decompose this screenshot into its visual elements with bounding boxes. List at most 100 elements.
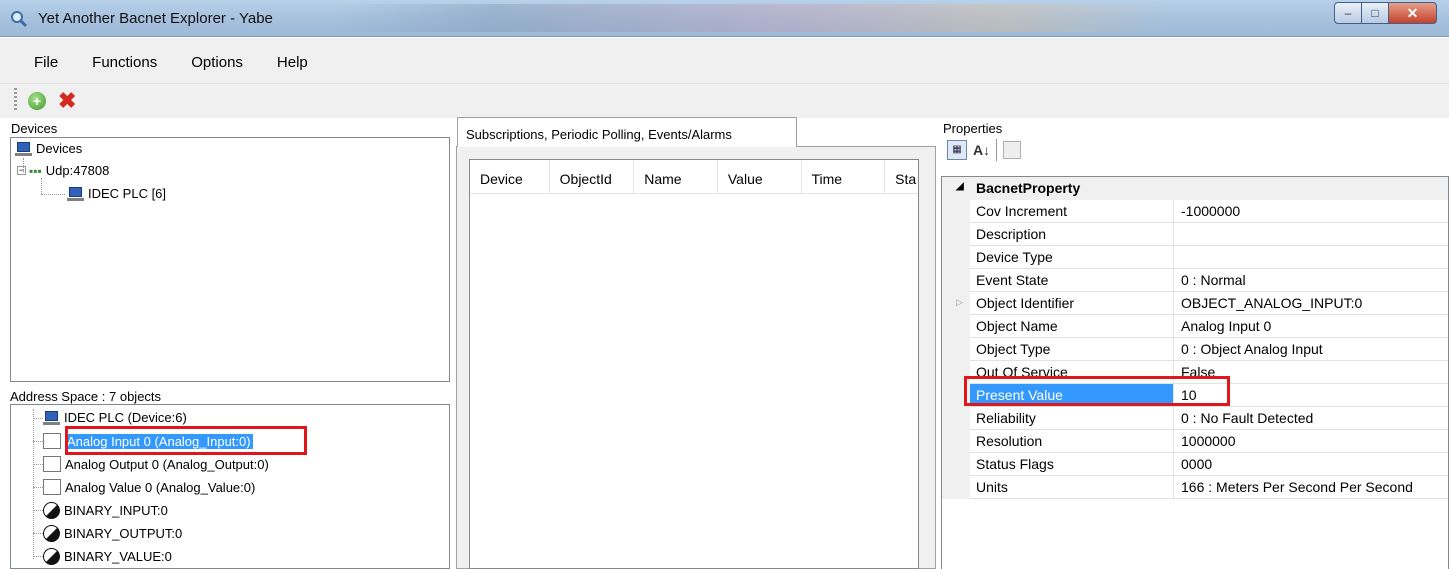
minimize-button[interactable]: – — [1334, 2, 1362, 24]
property-value[interactable]: 1000000 — [1175, 430, 1448, 452]
tree-node-udp[interactable]: − ▪▪▪ Udp:47808 — [17, 163, 109, 178]
property-value[interactable]: Analog Input 0 — [1175, 315, 1448, 337]
property-row[interactable]: Device Type — [970, 246, 1448, 269]
window-title: Yet Another Bacnet Explorer - Yabe — [38, 10, 273, 27]
menu-bar: File Functions Options Help — [0, 38, 1449, 84]
property-value[interactable]: 0 : No Fault Detected — [1175, 407, 1448, 429]
property-value[interactable]: 0000 — [1175, 453, 1448, 475]
address-item[interactable]: Analog Output 0 (Analog_Output:0) — [43, 456, 269, 472]
property-grid-empty-area — [942, 499, 1448, 569]
title-bar[interactable]: Yet Another Bacnet Explorer - Yabe – □ ✕ — [0, 0, 1449, 37]
menu-help[interactable]: Help — [255, 54, 320, 71]
property-value[interactable] — [1175, 223, 1448, 245]
property-name: Cov Increment — [970, 200, 1174, 222]
binary-icon — [43, 502, 60, 519]
property-row[interactable]: Units 166 : Meters Per Second Per Second — [970, 476, 1448, 499]
toolbar: + ✖ — [0, 84, 1449, 118]
property-name: Resolution — [970, 430, 1174, 452]
property-value[interactable]: 0 : Object Analog Input — [1175, 338, 1448, 360]
tree-node-devices[interactable]: Devices — [15, 141, 82, 156]
property-name: Units — [970, 476, 1174, 498]
address-item-label: BINARY_OUTPUT:0 — [64, 526, 183, 541]
property-row[interactable]: Reliability 0 : No Fault Detected — [970, 407, 1448, 430]
property-value[interactable] — [1175, 246, 1448, 268]
column-header-objectid[interactable]: ObjectId — [550, 160, 635, 193]
close-button[interactable]: ✕ — [1389, 2, 1437, 24]
property-row[interactable]: Cov Increment -1000000 — [970, 200, 1448, 223]
address-item-label: BINARY_INPUT:0 — [64, 503, 168, 518]
binary-icon — [43, 525, 60, 542]
toolbar-grip[interactable] — [14, 88, 17, 112]
tree-node-device-label: IDEC PLC [6] — [88, 186, 167, 201]
column-header-status[interactable]: Sta — [885, 160, 918, 193]
properties-toolbar: ▦ A↓ — [947, 139, 1022, 161]
address-item-label: Analog Output 0 (Analog_Output:0) — [65, 456, 269, 472]
property-row[interactable]: Event State 0 : Normal — [970, 269, 1448, 292]
collapse-arrow-icon[interactable]: ◢ — [956, 181, 964, 192]
address-item[interactable]: BINARY_VALUE:0 — [43, 548, 172, 565]
property-grid[interactable]: ◢ BacnetProperty Cov Increment -1000000 D… — [941, 176, 1449, 569]
remove-device-icon[interactable]: ✖ — [58, 88, 76, 114]
address-item-label: Analog Value 0 (Analog_Value:0) — [65, 479, 256, 495]
tree-line — [33, 441, 43, 442]
highlight-box-analog-input — [65, 426, 307, 455]
property-row[interactable]: Object Name Analog Input 0 — [970, 315, 1448, 338]
menu-options[interactable]: Options — [169, 54, 255, 71]
analog-icon — [43, 456, 61, 472]
property-name: Event State — [970, 269, 1174, 291]
property-pages-icon[interactable] — [1003, 141, 1022, 159]
property-row[interactable]: Object Type 0 : Object Analog Input — [970, 338, 1448, 361]
subscriptions-header: Device ObjectId Name Value Time Sta — [470, 160, 918, 194]
address-item[interactable]: BINARY_INPUT:0 — [43, 502, 168, 519]
property-row[interactable]: Object Identifier OBJECT_ANALOG_INPUT:0 — [970, 292, 1448, 315]
title-bar-decoration — [330, 4, 1170, 32]
property-row[interactable]: Resolution 1000000 — [970, 430, 1448, 453]
property-category[interactable]: ◢ BacnetProperty — [942, 177, 1448, 199]
maximize-button[interactable]: □ — [1362, 2, 1389, 24]
tree-node-device[interactable]: IDEC PLC [6] — [67, 186, 166, 201]
window-controls: – □ ✕ — [1334, 2, 1437, 24]
sort-alphabetical-icon[interactable]: A↓ — [973, 142, 990, 158]
column-header-time[interactable]: Time — [802, 160, 886, 193]
property-row[interactable]: Description — [970, 223, 1448, 246]
analog-icon — [43, 479, 61, 495]
property-value[interactable]: -1000000 — [1175, 200, 1448, 222]
property-name: Object Type — [970, 338, 1174, 360]
tree-line — [41, 194, 65, 195]
magnifier-app-icon — [11, 11, 28, 28]
property-value[interactable]: 166 : Meters Per Second Per Second — [1175, 476, 1448, 498]
add-device-icon[interactable]: + — [28, 92, 46, 110]
collapse-toggle-icon[interactable]: − — [17, 166, 26, 175]
column-header-device[interactable]: Device — [470, 160, 550, 193]
address-item[interactable]: IDEC PLC (Device:6) — [43, 410, 187, 425]
tree-line — [33, 464, 43, 465]
tree-line — [33, 487, 43, 488]
devices-tree[interactable]: Devices − ▪▪▪ Udp:47808 IDEC PLC [6] — [10, 137, 450, 382]
expand-arrow-icon[interactable]: ▷ — [956, 297, 963, 308]
property-name: Object Name — [970, 315, 1174, 337]
address-item[interactable]: Analog Value 0 (Analog_Value:0) — [43, 479, 255, 495]
properties-label: Properties — [943, 121, 1003, 136]
highlight-box-present-value — [964, 376, 1230, 406]
property-value[interactable]: 0 : Normal — [1175, 269, 1448, 291]
column-header-value[interactable]: Value — [718, 160, 802, 193]
menu-functions[interactable]: Functions — [70, 54, 169, 71]
tree-line — [33, 409, 34, 559]
column-header-name[interactable]: Name — [634, 160, 718, 193]
property-row[interactable]: Status Flags 0000 — [970, 453, 1448, 476]
tree-line — [41, 178, 42, 194]
tab-subscriptions[interactable]: Subscriptions, Periodic Polling, Events/… — [457, 117, 797, 147]
property-category-name: BacnetProperty — [976, 180, 1081, 196]
subscriptions-list[interactable]: Device ObjectId Name Value Time Sta — [469, 159, 919, 569]
address-item[interactable]: BINARY_OUTPUT:0 — [43, 525, 182, 542]
tree-line — [33, 510, 43, 511]
device-computer-icon — [67, 186, 84, 201]
devices-pane-label: Devices — [11, 121, 58, 136]
property-value[interactable]: OBJECT_ANALOG_INPUT:0 — [1175, 292, 1448, 314]
property-name: Device Type — [970, 246, 1174, 268]
toolbar-separator — [996, 139, 998, 161]
computer-icon — [43, 410, 60, 425]
menu-file[interactable]: File — [0, 54, 70, 71]
tree-line — [33, 533, 43, 534]
categorized-view-icon[interactable]: ▦ — [947, 140, 967, 160]
